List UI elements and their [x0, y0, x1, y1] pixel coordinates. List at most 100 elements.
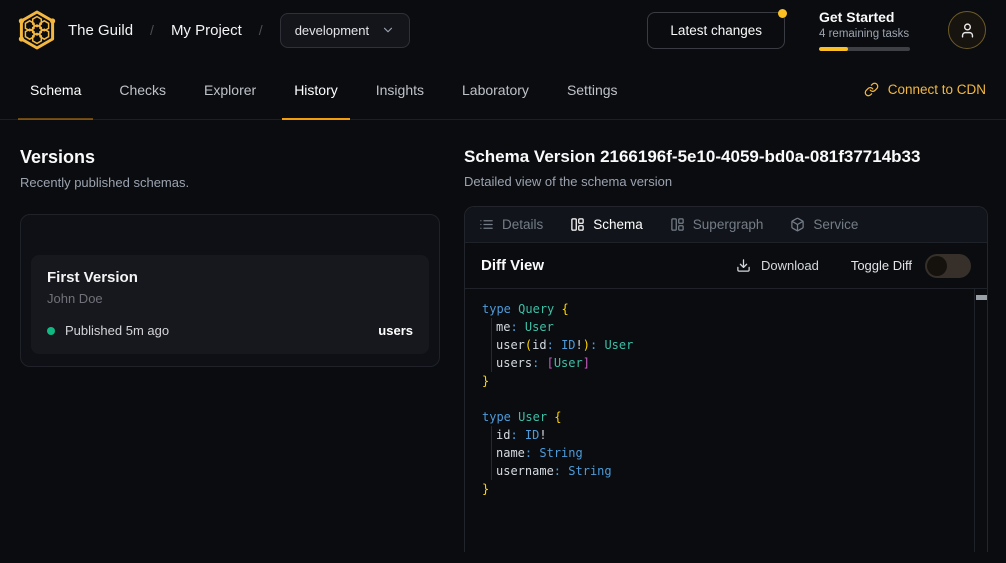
- code-line: }: [482, 480, 967, 498]
- hive-logo-icon[interactable]: [14, 7, 60, 53]
- user-icon: [959, 22, 976, 39]
- breadcrumb: The Guild / My Project / development: [68, 13, 410, 48]
- tab-label: Insights: [376, 82, 424, 98]
- target-selector-value: development: [295, 23, 369, 38]
- scrollbar-thumb[interactable]: [976, 295, 987, 300]
- code-line: }: [482, 372, 967, 390]
- versions-title: Versions: [20, 147, 440, 168]
- version-detail-panel: Schema Version 2166196f-5e10-4059-bd0a-0…: [464, 120, 988, 552]
- detail-tab-label: Supergraph: [693, 217, 764, 232]
- toggle-diff-control: Toggle Diff: [851, 254, 971, 278]
- code-line: type User {: [482, 408, 967, 426]
- version-status: Published 5m ago: [65, 323, 169, 338]
- tab-settings[interactable]: Settings: [555, 60, 630, 119]
- indent-guide: [491, 426, 492, 444]
- tab-label: Schema: [30, 82, 81, 98]
- versions-list-card: First Version John Doe Published 5m ago …: [20, 214, 440, 367]
- main-content: Versions Recently published schemas. Fir…: [0, 120, 1006, 552]
- primary-nav: Schema Checks Explorer History Insights …: [0, 60, 1006, 120]
- diff-view-title: Diff View: [481, 257, 544, 274]
- tab-laboratory[interactable]: Laboratory: [450, 60, 541, 119]
- notification-dot: [778, 9, 787, 18]
- chevron-down-icon: [381, 23, 395, 37]
- toggle-diff-switch[interactable]: [925, 254, 971, 278]
- versions-panel: Versions Recently published schemas. Fir…: [20, 120, 464, 552]
- breadcrumb-org[interactable]: The Guild: [68, 22, 133, 39]
- detail-tab-label: Details: [502, 217, 543, 232]
- toggle-diff-label: Toggle Diff: [851, 258, 912, 273]
- version-detail-subtitle: Detailed view of the schema version: [464, 174, 988, 189]
- app-root: The Guild / My Project / development Lat…: [0, 0, 1006, 563]
- get-started-title: Get Started: [819, 9, 914, 25]
- user-menu-button[interactable]: [948, 11, 986, 49]
- detail-tab-label: Service: [813, 217, 858, 232]
- tab-label: Checks: [119, 82, 166, 98]
- get-started-progress: [819, 47, 910, 51]
- version-meta-row: Published 5m ago users: [47, 323, 413, 338]
- versions-subtitle: Recently published schemas.: [20, 175, 440, 190]
- code-line: id: ID!: [482, 426, 967, 444]
- download-button[interactable]: Download: [736, 258, 819, 273]
- detail-tab-details[interactable]: Details: [479, 217, 543, 232]
- version-author: John Doe: [47, 291, 413, 306]
- panels-icon: [670, 217, 685, 232]
- breadcrumb-project[interactable]: My Project: [171, 22, 242, 39]
- code-line: me: User: [482, 318, 967, 336]
- get-started-progress-fill: [819, 47, 848, 51]
- published-status-dot: [47, 327, 55, 335]
- top-header: The Guild / My Project / development Lat…: [0, 0, 1006, 60]
- indent-guide: [491, 354, 492, 372]
- graphql-code: type Query {me: Useruser(id: ID!): Useru…: [465, 289, 987, 498]
- code-line: username: String: [482, 462, 967, 480]
- breadcrumb-separator: /: [150, 22, 154, 38]
- tab-label: History: [294, 82, 338, 98]
- indent-guide: [491, 336, 492, 354]
- tab-insights[interactable]: Insights: [364, 60, 436, 119]
- detail-tab-service[interactable]: Service: [790, 217, 858, 232]
- panels-icon: [570, 217, 585, 232]
- tab-explorer[interactable]: Explorer: [192, 60, 268, 119]
- code-line: user(id: ID!): User: [482, 336, 967, 354]
- diff-header: Diff View Download Toggle Diff: [465, 243, 987, 289]
- service-badge: users: [378, 323, 413, 338]
- scrollbar-track[interactable]: [974, 289, 987, 552]
- tab-label: Laboratory: [462, 82, 529, 98]
- version-detail-card: Details Schema Supergraph: [464, 206, 988, 552]
- detail-tab-schema[interactable]: Schema: [570, 217, 643, 232]
- latest-changes-button[interactable]: Latest changes: [647, 12, 785, 49]
- tab-schema[interactable]: Schema: [18, 60, 93, 119]
- version-name: First Version: [47, 269, 413, 286]
- tab-label: Settings: [567, 82, 618, 98]
- code-line: name: String: [482, 444, 967, 462]
- code-line: type Query {: [482, 300, 967, 318]
- target-selector[interactable]: development: [280, 13, 410, 48]
- breadcrumb-separator: /: [259, 22, 263, 38]
- download-label: Download: [761, 258, 819, 273]
- connect-cdn-label: Connect to CDN: [888, 82, 986, 97]
- cube-icon: [790, 217, 805, 232]
- code-line: [482, 390, 967, 408]
- list-icon: [479, 217, 494, 232]
- get-started-widget[interactable]: Get Started 4 remaining tasks: [819, 9, 914, 51]
- version-list-item[interactable]: First Version John Doe Published 5m ago …: [31, 255, 429, 354]
- indent-guide: [491, 444, 492, 462]
- tab-label: Explorer: [204, 82, 256, 98]
- indent-guide: [491, 318, 492, 336]
- schema-code-viewer: type Query {me: Useruser(id: ID!): Useru…: [465, 289, 987, 552]
- diff-actions: Download Toggle Diff: [736, 254, 971, 278]
- detail-tab-label: Schema: [593, 217, 643, 232]
- get-started-subtitle: 4 remaining tasks: [819, 28, 914, 40]
- indent-guide: [491, 462, 492, 480]
- detail-tabbar: Details Schema Supergraph: [465, 207, 987, 243]
- header-actions: Latest changes Get Started 4 remaining t…: [647, 9, 986, 51]
- connect-cdn-button[interactable]: Connect to CDN: [864, 60, 986, 119]
- version-detail-title: Schema Version 2166196f-5e10-4059-bd0a-0…: [464, 147, 988, 167]
- tab-checks[interactable]: Checks: [107, 60, 178, 119]
- code-line: users: [User]: [482, 354, 967, 372]
- link-icon: [864, 82, 879, 97]
- latest-changes-label: Latest changes: [670, 23, 762, 38]
- tab-history[interactable]: History: [282, 60, 350, 119]
- detail-tab-supergraph[interactable]: Supergraph: [670, 217, 764, 232]
- download-icon: [736, 258, 751, 273]
- toggle-knob: [927, 256, 947, 276]
